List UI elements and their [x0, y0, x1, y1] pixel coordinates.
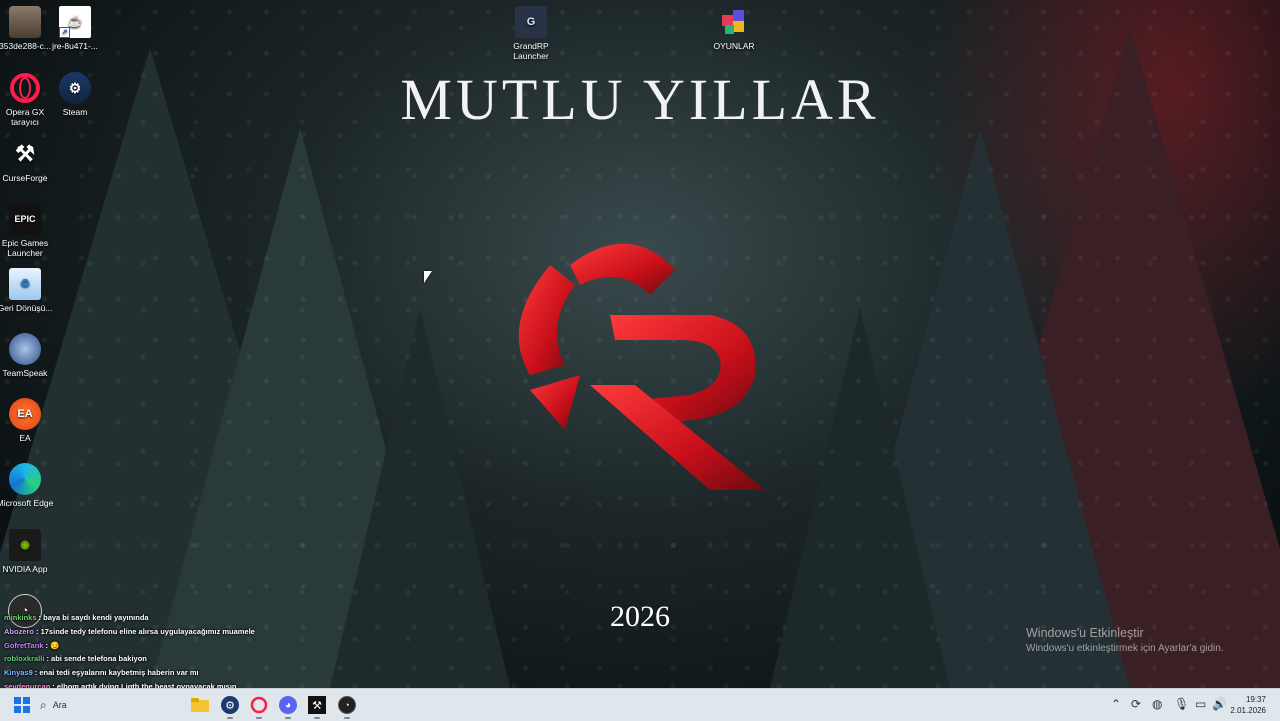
desktop-icon-curseforge[interactable]: ⚒ CurseForge — [0, 138, 56, 184]
taskbar-steam[interactable]: ⚙ — [218, 693, 242, 719]
wallpaper-headline: MUTLU YILLAR — [400, 67, 880, 132]
sync-icon[interactable]: ⟳ — [1131, 697, 1141, 711]
volume-icon[interactable]: 🔊 — [1212, 697, 1227, 711]
start-button[interactable] — [10, 693, 34, 717]
steam-icon: ⚙ — [221, 696, 239, 714]
desktop-wallpaper: MUTLU YILLAR 2026 — [0, 0, 1280, 688]
discord-icon: ◕ — [279, 696, 297, 714]
running-indicator — [256, 717, 262, 719]
chevron-up-icon[interactable]: ⌃ — [1111, 697, 1121, 711]
desktop-icon-edge[interactable]: Microsoft Edge — [0, 463, 56, 508]
desktop-icon-label: Microsoft Edge — [0, 498, 54, 508]
chat-username: robloxkralli — [4, 654, 45, 664]
desktop-icon-label: EA — [19, 433, 31, 443]
chat-message: GofretTank: 😏 — [4, 640, 60, 650]
curseforge-icon: ⚒ — [308, 696, 326, 714]
ea-icon: EA — [9, 398, 41, 430]
desktop-icon-label: jre-8u471-... — [52, 41, 98, 51]
stream-chat-overlay: minkinks: baya bi saydı kendi yayınında … — [4, 611, 255, 694]
system-clock[interactable]: 19:37 2.01.2026 — [1230, 694, 1266, 716]
chat-text: baya bi saydı kendi yayınında — [43, 613, 149, 622]
desktop-icon-label: NVIDIA App — [2, 564, 48, 574]
file-explorer-icon — [191, 698, 209, 712]
clock-time: 19:37 — [1245, 695, 1266, 704]
network-icon[interactable]: ◍ — [1152, 697, 1162, 711]
mouse-cursor — [424, 271, 432, 283]
taskbar-opera-gx[interactable] — [247, 693, 271, 719]
steam-icon: ⚙ — [59, 72, 91, 104]
taskbar-discord[interactable]: ◕ — [276, 693, 300, 719]
chat-text: 17sinde tedy telefonu eline alırsa uygul… — [40, 626, 255, 636]
running-indicator — [285, 717, 291, 719]
desktop-icon-epic-games[interactable]: EPIC Epic Games Launcher — [0, 203, 56, 258]
chat-text: enai tedi eşyalarını kaybetmiş haberin v… — [39, 668, 199, 678]
chat-message: minkinks: baya bi saydı kendi yayınında — [4, 613, 149, 622]
taskbar-curseforge[interactable]: ⚒ — [305, 693, 329, 719]
desktop-icon-steam[interactable]: ⚙ Steam — [44, 72, 106, 117]
desktop-icon-label: TeamSpeak — [2, 368, 48, 378]
shortcut-arrow-icon: ↗ — [59, 27, 70, 38]
desktop-icon-label: CurseForge — [2, 173, 48, 183]
grandrp-logo — [518, 243, 765, 490]
chat-text: abi sende telefona bakiyon — [51, 654, 147, 664]
desktop-icon-label: Steam — [62, 107, 88, 117]
windows-activation-watermark: Windows'u Etkinleştir Windows'u etkinleş… — [1026, 626, 1224, 654]
activation-subtitle: Windows'u etkinleştirmek için Ayarlar'a … — [1026, 643, 1224, 654]
running-indicator — [344, 717, 350, 719]
teamspeak-icon — [9, 333, 41, 365]
java-installer-icon: ☕ ↗ — [59, 6, 91, 38]
search-placeholder: Ara — [52, 700, 67, 710]
desktop-icon-nvidia[interactable]: ◉ NVIDIA App — [0, 529, 56, 574]
desktop-icon-teamspeak[interactable]: TeamSpeak — [0, 333, 56, 378]
grandrp-icon: G — [515, 6, 547, 38]
image-file-icon — [9, 6, 41, 38]
recycle-bin-icon: ♻ — [9, 268, 41, 300]
taskbar-search[interactable]: ⌕ Ara — [40, 695, 140, 715]
folder-games-icon — [718, 6, 750, 38]
desktop-icon-grandrp[interactable]: G GrandRP Launcher — [500, 6, 562, 61]
obs-icon: ◔ — [338, 696, 356, 714]
microphone-icon[interactable]: 🎙 — [1174, 697, 1189, 711]
curseforge-icon: ⚒ — [15, 141, 35, 166]
running-indicator — [227, 717, 233, 719]
desktop-icon-label: OYUNLAR — [713, 41, 755, 51]
taskbar-file-explorer[interactable] — [188, 693, 212, 717]
desktop-icon-label: Opera GX tarayıcı — [5, 107, 45, 127]
chat-message: robloxkralli: abi sende telefona bakiyon — [4, 654, 147, 664]
edge-icon — [9, 463, 41, 495]
desktop-icon-oyunlar[interactable]: OYUNLAR — [703, 6, 765, 51]
clock-date: 2.01.2026 — [1230, 706, 1266, 715]
taskbar-obs[interactable]: ◔ — [335, 693, 359, 719]
chat-message: Abozero: 17sinde tedy telefonu eline alı… — [4, 626, 255, 636]
running-indicator — [314, 717, 320, 719]
start-icon — [14, 697, 30, 713]
chat-username: Kinyas9 — [4, 668, 33, 678]
desktop-icon-label: Epic Games Launcher — [1, 238, 49, 258]
opera-gx-icon — [9, 72, 41, 104]
epic-games-icon: EPIC — [9, 203, 41, 235]
desktop-icon-recycle-bin[interactable]: ♻ Geri Dönüşü... — [0, 268, 56, 313]
desktop-icon-java-installer[interactable]: ☕ ↗ jre-8u471-... — [44, 6, 106, 51]
chat-username: Abozero — [4, 626, 34, 636]
opera-gx-icon — [250, 696, 268, 714]
desktop-icon-label: Geri Dönüşü... — [0, 303, 53, 313]
chat-username: minkinks — [4, 613, 37, 622]
chat-username: GofretTank — [4, 640, 44, 650]
nvidia-icon: ◉ — [9, 529, 41, 561]
search-icon: ⌕ — [40, 697, 47, 712]
display-icon[interactable]: ▭ — [1195, 697, 1206, 711]
chat-message: Kinyas9: enai tedi eşyalarını kaybetmiş … — [4, 668, 199, 678]
taskbar: ⌕ Ara ⚙ ◕ ⚒ ◔ ⌃ ⟳ ◍ 🎙 ▭ 🔊 19:37 2.01.202… — [0, 688, 1280, 721]
activation-title: Windows'u Etkinleştir — [1026, 626, 1144, 640]
chat-text: 😏 — [50, 640, 60, 650]
desktop-icon-ea[interactable]: EA EA — [0, 398, 56, 443]
desktop-icon-label: GrandRP Launcher — [513, 41, 549, 61]
